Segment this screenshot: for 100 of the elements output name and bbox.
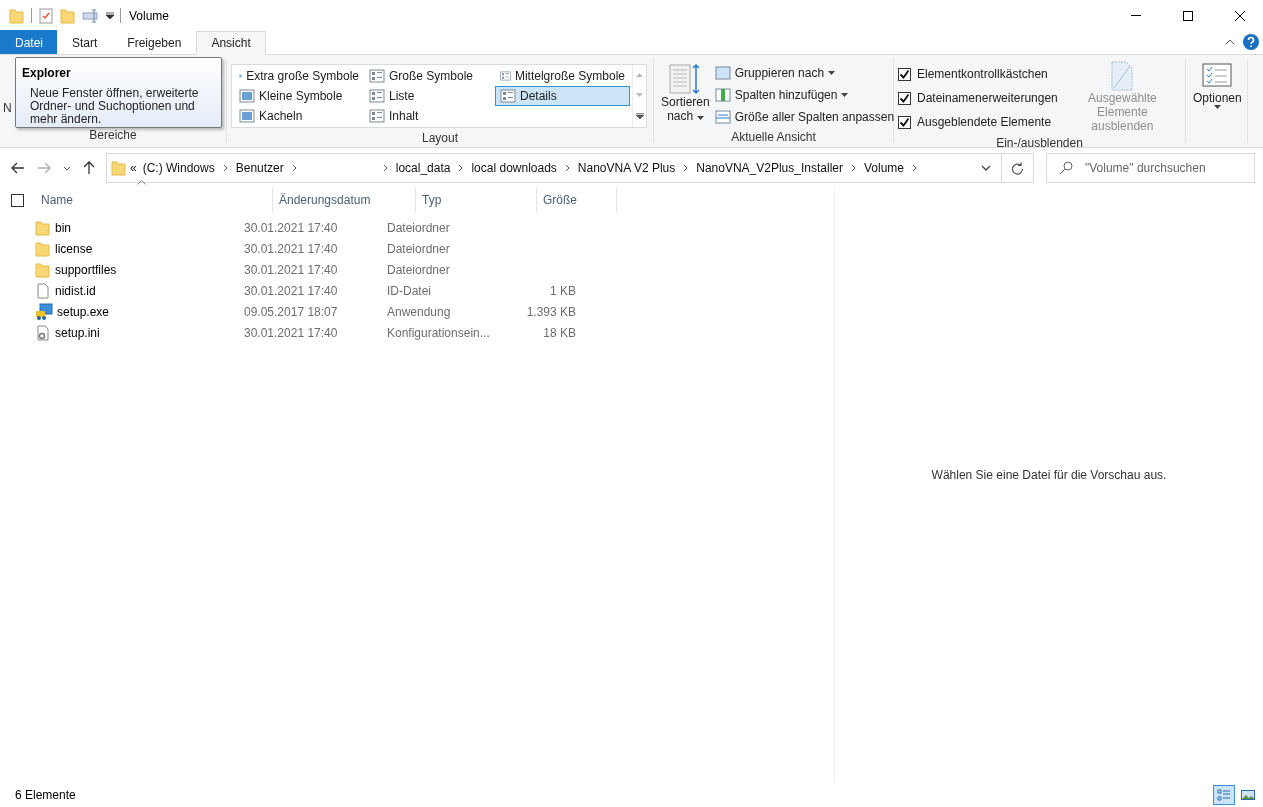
chevron-right-icon (683, 164, 689, 172)
installer-icon (35, 302, 53, 321)
view-icon (500, 69, 511, 83)
chevron-right-icon (851, 164, 856, 172)
chevron-right-icon (912, 164, 917, 172)
type-cell-text: Dateiordner (386, 262, 451, 277)
ribbon-tab[interactable]: Start (57, 30, 113, 54)
ribbon-tab[interactable]: Ansicht (196, 31, 266, 55)
column-header[interactable]: Typ (416, 187, 537, 213)
caret-icon (696, 116, 704, 120)
view-command[interactable]: Spalten hinzufügen (712, 85, 897, 105)
page-icon (1110, 61, 1135, 91)
file-name[interactable]: nidist.id (55, 283, 96, 298)
view-icon (369, 109, 385, 123)
date-cell-text: 09.05.2017 18:07 (243, 304, 339, 319)
view-icon (369, 69, 385, 83)
folder-icon (35, 261, 51, 278)
layout-option[interactable]: Mittelgroße Symbole (495, 66, 630, 86)
breadcrumb[interactable]: Volume (861, 154, 907, 182)
group-label: Aktuelle Ansicht (730, 129, 817, 145)
view-command[interactable]: Größe aller Spalten anpassen (712, 107, 897, 127)
file-name[interactable]: bin (55, 220, 71, 235)
expand-gallery-icon[interactable] (635, 113, 644, 119)
customize-caret-icon[interactable] (106, 11, 114, 20)
window-title: Volume (129, 8, 170, 23)
search-field[interactable]: "Volume" durchsuchen (1046, 153, 1255, 183)
minimize-icon (1131, 15, 1141, 16)
ribbon-tab[interactable]: Datei (0, 30, 57, 54)
preview-message: Wählen Sie eine Datei für die Vorschau aus. (931, 468, 1167, 482)
view-icon (369, 89, 385, 103)
size-cell-text: 1.393 KB (525, 304, 577, 319)
help-icon[interactable] (1243, 34, 1259, 50)
checkbox[interactable] (898, 91, 911, 105)
layout-option[interactable]: Liste (364, 86, 495, 106)
properties-icon[interactable] (38, 7, 54, 24)
breadcrumb[interactable]: NanoVNA V2 Plus (574, 154, 679, 182)
checkbox[interactable] (898, 115, 911, 129)
view-icon (239, 89, 255, 103)
select-all-checkbox[interactable] (11, 193, 24, 207)
refresh-icon (1011, 161, 1024, 175)
column-header[interactable]: Name (35, 187, 273, 213)
option-checkbox[interactable]: Elementkontrollkästchen (898, 63, 1058, 85)
column-icon (714, 65, 731, 81)
layout-option[interactable]: Details (495, 86, 630, 106)
view-icon (500, 89, 516, 103)
breadcrumb[interactable]: Benutzer (232, 154, 287, 182)
tooltip-title: Explorer (22, 66, 72, 80)
details-icon (1217, 789, 1231, 801)
breadcrumb[interactable]: (C:) Windows (139, 154, 218, 182)
chevron-right-icon (564, 164, 570, 172)
folder-icon (9, 7, 25, 24)
layout-option[interactable]: Große Symbole (364, 66, 495, 86)
group-label: Layout (421, 130, 459, 146)
chevron-right-icon (458, 164, 464, 172)
overflow-button[interactable]: « (127, 154, 140, 182)
breadcrumb[interactable]: local_data (392, 154, 454, 182)
type-cell-text: Anwendung (386, 304, 452, 319)
column-icon (714, 109, 731, 125)
breadcrumb[interactable]: local downloads (468, 154, 560, 182)
date-cell-text: 30.01.2021 17:40 (243, 283, 339, 298)
close-icon (1235, 10, 1245, 21)
layout-option[interactable]: Kacheln (234, 106, 364, 126)
collapse-ribbon-icon[interactable] (1225, 39, 1235, 45)
column-header[interactable]: Änderungsdatum (273, 187, 416, 213)
option-checkbox[interactable]: Dateinamenerweiterungen (898, 87, 1058, 109)
file-name[interactable]: supportfiles (55, 262, 117, 277)
new-folder-icon (60, 7, 76, 24)
checkbox[interactable] (898, 67, 911, 81)
group-label: Ein-/ausblenden (995, 135, 1084, 151)
details-view-button[interactable] (1213, 785, 1235, 805)
date-cell-text: 30.01.2021 17:40 (243, 241, 339, 256)
chevron-right-icon (222, 164, 228, 172)
sort-icon (668, 63, 703, 95)
layout-option[interactable]: Extra große Symbole (234, 66, 364, 86)
options-button[interactable]: Optionen (1190, 61, 1245, 111)
type-cell-text: Dateiordner (386, 220, 451, 235)
pane-label: N (3, 101, 12, 115)
rename-icon[interactable] (82, 8, 100, 23)
file-name[interactable]: setup.ini (55, 325, 100, 340)
breadcrumb[interactable]: NanoVNA_V2Plus_Installer (693, 154, 846, 182)
option-checkbox[interactable]: Ausgeblendete Elemente (898, 111, 1058, 133)
address-bar[interactable]: « (C:) Windows Benutzer local_data local downloads NanoVNA V2 Plus NanoVNA_V2Plus_Installer Volume (106, 153, 1034, 183)
search-icon (1059, 161, 1073, 175)
layout-option[interactable]: Inhalt (364, 106, 495, 126)
file-name[interactable]: license (55, 241, 93, 256)
maximize-icon (1183, 10, 1193, 21)
column-header[interactable]: Größe (537, 187, 617, 213)
caret-icon (1213, 105, 1221, 109)
layout-option[interactable]: Kleine Symbole (234, 86, 364, 106)
date-cell-text: 30.01.2021 17:40 (243, 220, 339, 235)
date-cell-text: 30.01.2021 17:40 (243, 325, 339, 340)
folder-icon (111, 160, 127, 176)
tooltip-text: Neue Fenster öffnen, erweiterte Ordner- und Suchoptionen und mehr ändern. (29, 87, 200, 126)
ribbon-tab[interactable]: Freigeben (112, 30, 197, 54)
sort-button[interactable]: Sortieren nach (658, 61, 713, 125)
options-icon (1202, 63, 1233, 87)
file-name[interactable]: setup.exe (57, 304, 110, 319)
size-cell-text: 18 KB (542, 325, 577, 340)
view-command[interactable]: Gruppieren nach (712, 63, 897, 83)
view-icon (239, 109, 255, 123)
